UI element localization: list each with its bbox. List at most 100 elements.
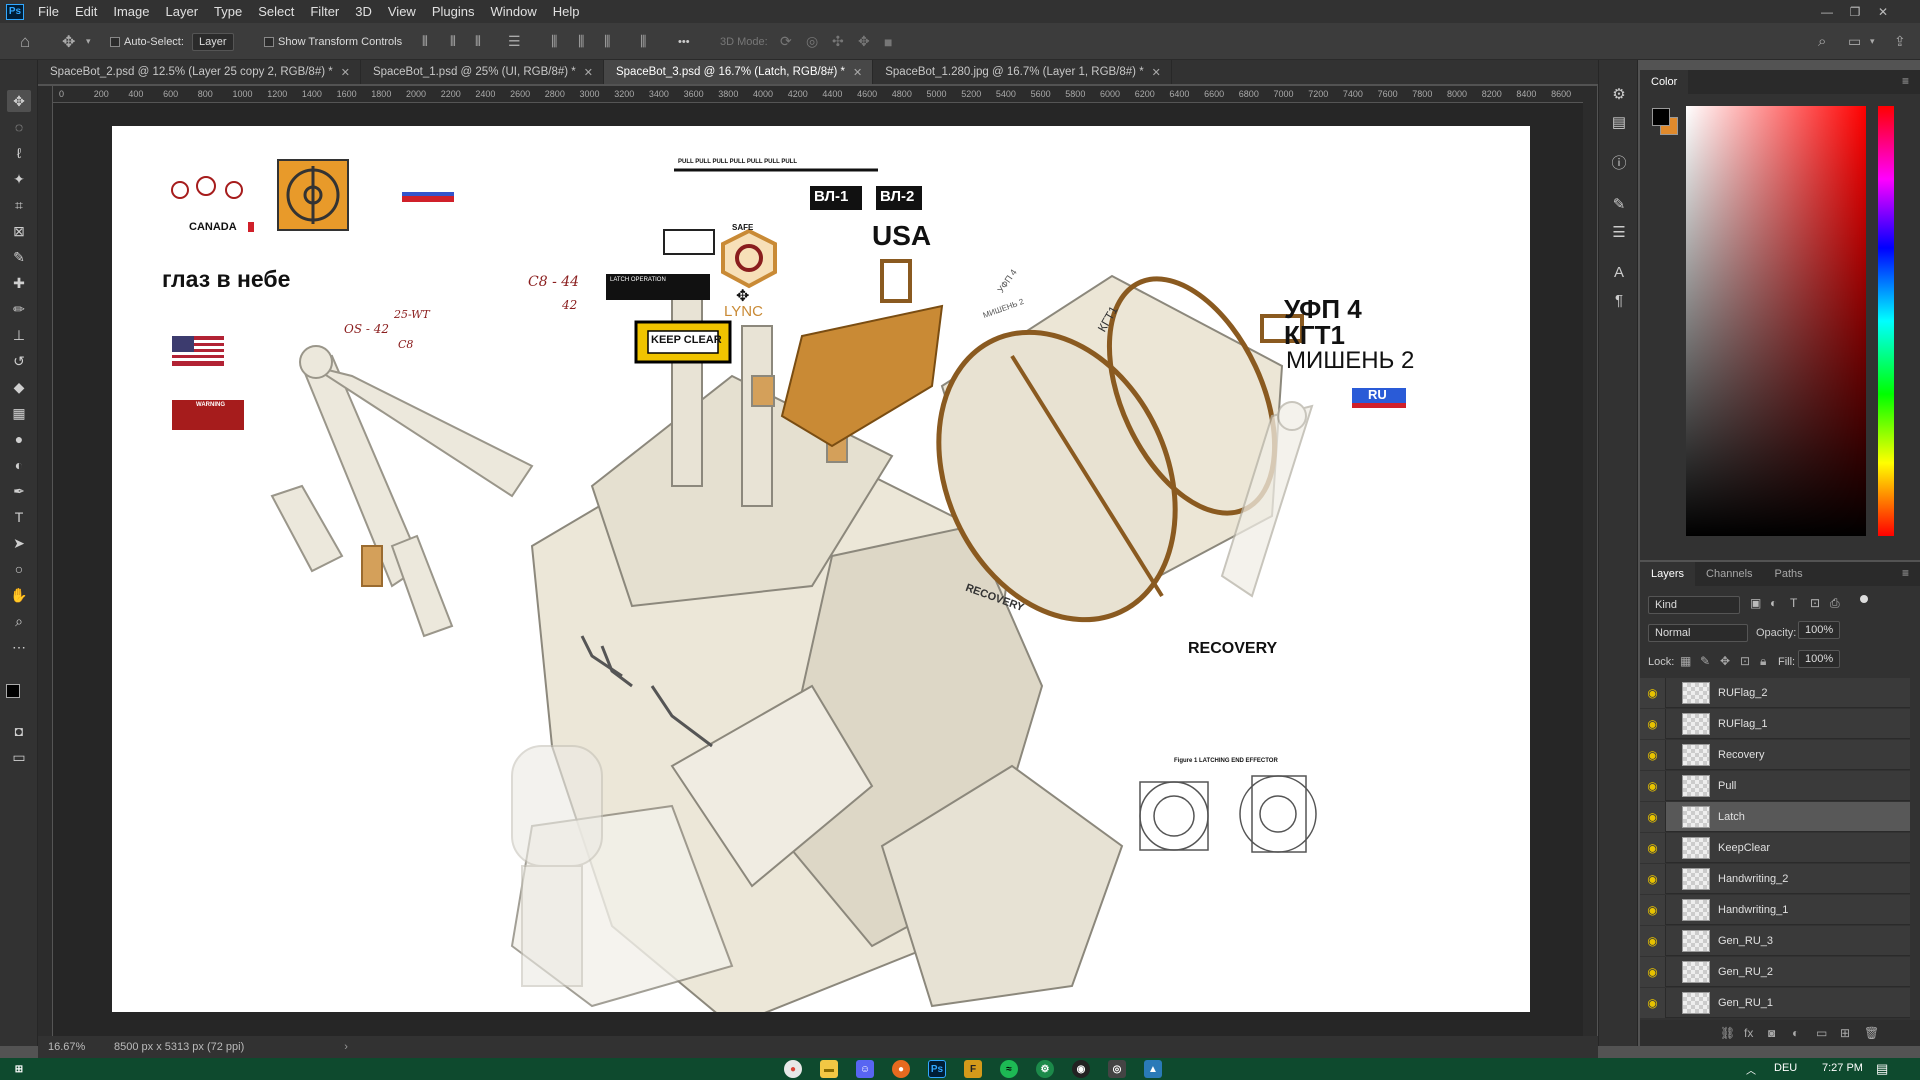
auto-select-dropdown[interactable]: Layer bbox=[192, 32, 234, 51]
steam-icon[interactable]: ◎ bbox=[1108, 1060, 1126, 1078]
menu-help[interactable]: Help bbox=[545, 4, 588, 19]
menu-edit[interactable]: Edit bbox=[67, 4, 105, 19]
vertical-scrollbar[interactable] bbox=[1583, 86, 1597, 1036]
link-layers-icon[interactable]: ⛓ bbox=[1720, 1026, 1735, 1040]
panel-menu-icon[interactable]: ≡ bbox=[1902, 566, 1909, 580]
visibility-eye-icon[interactable]: ◉ bbox=[1640, 925, 1666, 956]
screen-mode-icon[interactable]: ▭ bbox=[7, 746, 31, 768]
lock-pixels-icon[interactable]: ✎ bbox=[1700, 654, 1710, 668]
fusion-icon[interactable]: F bbox=[964, 1060, 982, 1078]
layer-row[interactable]: ◉ Gen_RU_2 bbox=[1640, 956, 1910, 987]
3d-scale-icon[interactable]: ■ bbox=[884, 23, 892, 60]
lock-position-icon[interactable]: ✥ bbox=[1720, 654, 1730, 668]
visibility-eye-icon[interactable]: ◉ bbox=[1640, 956, 1666, 987]
chrome-icon[interactable]: ● bbox=[784, 1060, 802, 1078]
filter-pixel-icon[interactable]: ▣ bbox=[1750, 596, 1761, 610]
more-tools-icon[interactable]: ⋯ bbox=[7, 636, 31, 658]
adjustment-layer-icon[interactable]: ◐ bbox=[1792, 1026, 1799, 1040]
menu-type[interactable]: Type bbox=[206, 4, 250, 19]
lock-transparent-icon[interactable]: ▦ bbox=[1680, 654, 1691, 668]
add-mask-icon[interactable]: ◙ bbox=[1768, 1026, 1775, 1040]
distribute-icon[interactable]: ☰ bbox=[508, 23, 521, 60]
layer-row[interactable]: ◉ Recovery bbox=[1640, 739, 1910, 770]
clock[interactable]: 7:27 PM bbox=[1822, 1062, 1863, 1074]
3d-orbit-icon[interactable]: ⟳ bbox=[780, 23, 792, 60]
new-group-icon[interactable]: ▭ bbox=[1816, 1026, 1827, 1040]
menu-select[interactable]: Select bbox=[250, 4, 302, 19]
photos-icon[interactable]: ▲ bbox=[1144, 1060, 1162, 1078]
search-icon[interactable]: ⌕ bbox=[1818, 23, 1826, 60]
app-icon[interactable]: ⚙ bbox=[1036, 1060, 1054, 1078]
document-tab[interactable]: SpaceBot_2.psd @ 12.5% (Layer 25 copy 2,… bbox=[38, 60, 361, 84]
layer-row[interactable]: ◉ Gen_RU_3 bbox=[1640, 925, 1910, 956]
visibility-eye-icon[interactable]: ◉ bbox=[1640, 832, 1666, 863]
fg-color-swatch[interactable] bbox=[1652, 108, 1670, 126]
tab-color[interactable]: Color bbox=[1640, 70, 1689, 94]
layer-row[interactable]: ◉ RUFlag_2 bbox=[1640, 678, 1910, 708]
menu-plugins[interactable]: Plugins bbox=[424, 4, 483, 19]
info-icon[interactable]: ⓘ bbox=[1607, 150, 1631, 174]
foreground-color-swatch[interactable] bbox=[6, 684, 20, 698]
photoshop-logo-icon[interactable]: Ps bbox=[6, 3, 24, 20]
panel-menu-icon[interactable]: ≡ bbox=[1902, 74, 1909, 88]
pen-tool-icon[interactable]: ✒ bbox=[7, 480, 31, 502]
align-left-icon[interactable]: ⫴ bbox=[422, 23, 428, 60]
quick-mask-icon[interactable]: ◘ bbox=[7, 720, 31, 742]
healing-brush-icon[interactable]: ✚ bbox=[7, 272, 31, 294]
auto-select-checkbox[interactable]: Auto-Select: bbox=[110, 23, 184, 60]
photoshop-taskbar-icon[interactable]: Ps bbox=[928, 1060, 946, 1078]
dodge-tool-icon[interactable]: ◐ bbox=[7, 454, 31, 476]
3d-roll-icon[interactable]: ◎ bbox=[806, 23, 818, 60]
eraser-icon[interactable]: ◆ bbox=[7, 376, 31, 398]
more-options-button[interactable]: ••• bbox=[678, 23, 690, 60]
menu-3d[interactable]: 3D bbox=[347, 4, 380, 19]
lock-artboard-icon[interactable]: ⊡ bbox=[1740, 654, 1750, 668]
visibility-eye-icon[interactable]: ◉ bbox=[1640, 801, 1666, 832]
fill-input[interactable]: 100% bbox=[1798, 650, 1841, 668]
new-layer-icon[interactable]: ⊞ bbox=[1840, 1026, 1850, 1040]
language-indicator[interactable]: DEU bbox=[1774, 1062, 1797, 1074]
fx-icon[interactable]: fx bbox=[1744, 1026, 1753, 1040]
tab-layers[interactable]: Layers bbox=[1640, 562, 1696, 586]
move-tool-icon[interactable]: ✥ bbox=[62, 23, 75, 60]
close-tab-icon[interactable]: ✕ bbox=[341, 66, 350, 79]
magic-wand-icon[interactable]: ✦ bbox=[7, 168, 31, 190]
visibility-eye-icon[interactable]: ◉ bbox=[1640, 863, 1666, 894]
delete-layer-icon[interactable]: 🗑︎ bbox=[1864, 1026, 1879, 1040]
marquee-tool-icon[interactable]: ◌ bbox=[7, 116, 31, 138]
document-canvas[interactable]: CANADA глаз в небе ВЛ-1 ВЛ-2 USA УФП 4 К… bbox=[112, 126, 1530, 1012]
color-field[interactable] bbox=[1686, 106, 1866, 536]
file-explorer-icon[interactable]: ▬ bbox=[820, 1060, 838, 1078]
align-bottom-icon[interactable]: ⫼ bbox=[604, 23, 610, 60]
adjustments-icon[interactable]: ☰ bbox=[1607, 220, 1631, 244]
eyedropper-icon[interactable]: ✎ bbox=[7, 246, 31, 268]
restore-icon[interactable]: ❐ bbox=[1842, 0, 1868, 23]
zoom-tool-icon[interactable]: ⌕ bbox=[7, 610, 31, 632]
lock-all-icon[interactable]: 🔒︎ bbox=[1760, 654, 1766, 669]
ellipse-tool-icon[interactable]: ○ bbox=[7, 558, 31, 580]
visibility-eye-icon[interactable]: ◉ bbox=[1640, 894, 1666, 925]
status-arrow-icon[interactable]: › bbox=[344, 1041, 348, 1053]
menu-window[interactable]: Window bbox=[482, 4, 544, 19]
stamp-tool-icon[interactable]: ⊥ bbox=[7, 324, 31, 346]
move-tool-icon[interactable]: ✥ bbox=[7, 90, 31, 112]
type-tool-icon[interactable]: T bbox=[7, 506, 31, 528]
layer-row[interactable]: ◉ Pull bbox=[1640, 770, 1910, 801]
history-brush-icon[interactable]: ↺ bbox=[7, 350, 31, 372]
layer-row[interactable]: ◉ RUFlag_1 bbox=[1640, 708, 1910, 739]
close-tab-icon[interactable]: ✕ bbox=[584, 66, 593, 79]
visibility-eye-icon[interactable]: ◉ bbox=[1640, 708, 1666, 739]
align-top-icon[interactable]: ⫼ bbox=[551, 23, 557, 60]
close-icon[interactable]: ✕ bbox=[1870, 0, 1896, 23]
filter-smart-object-icon[interactable]: ⎙ bbox=[1830, 596, 1840, 611]
align-center-icon[interactable]: ⫴ bbox=[450, 23, 456, 60]
layer-row[interactable]: ◉ Handwriting_1 bbox=[1640, 894, 1910, 925]
chevron-down-icon[interactable]: ▾ bbox=[86, 23, 91, 60]
spotify-icon[interactable]: ≈ bbox=[1000, 1060, 1018, 1078]
zoom-level[interactable]: 16.67% bbox=[48, 1041, 104, 1053]
filter-kind-dropdown[interactable]: Kind bbox=[1648, 596, 1740, 614]
layer-row[interactable]: ◉ Latch bbox=[1640, 801, 1910, 832]
home-icon[interactable]: ⌂ bbox=[20, 23, 30, 60]
distribute-vertical-icon[interactable]: ⫼ bbox=[640, 23, 646, 60]
histogram-icon[interactable]: ▤ bbox=[1607, 110, 1631, 134]
